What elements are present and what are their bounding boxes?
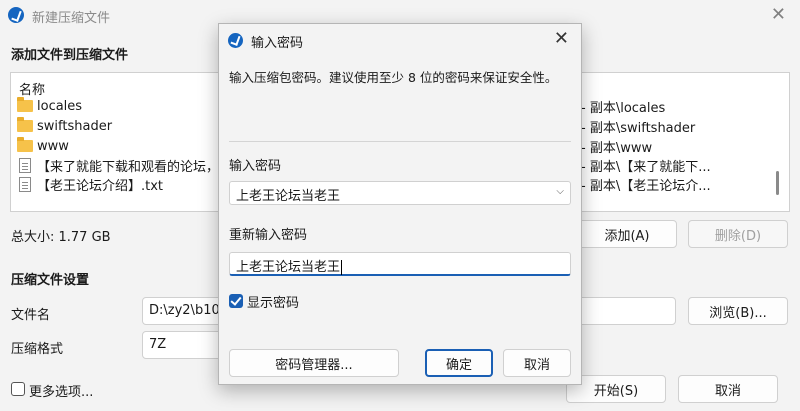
file-name: swiftshader (37, 118, 113, 134)
dialog-cancel-button[interactable]: 取消 (503, 349, 571, 377)
divider (229, 141, 571, 142)
file-path: - 副本\locales (581, 100, 666, 116)
file-name: 【来了就能下载和观看的论坛，纯 (37, 159, 233, 175)
folder-icon (17, 117, 33, 132)
folder-icon (17, 97, 33, 112)
password-manager-button[interactable]: 密码管理器... (229, 349, 399, 377)
scrollbar-thumb[interactable] (776, 171, 779, 195)
app-logo-icon (228, 33, 243, 48)
folder-icon (17, 137, 33, 152)
app-logo-icon (8, 7, 24, 23)
text-file-icon (19, 157, 31, 173)
add-button[interactable]: 添加(A) (577, 220, 677, 248)
close-icon[interactable]: ✕ (554, 28, 569, 49)
list-item[interactable]: locales (17, 96, 82, 116)
dialog-title: 输入密码 (251, 36, 304, 51)
show-password-label[interactable]: 显示密码 (247, 292, 299, 311)
cancel-button[interactable]: 取消 (678, 375, 778, 403)
format-select[interactable]: 7Z (142, 331, 222, 359)
reenter-password-value: 上老王论坛当老王 (236, 260, 341, 275)
more-options-label: 更多选项... (29, 385, 94, 400)
reenter-password-input[interactable]: 上老王论坛当老王 (229, 252, 571, 276)
password-label: 输入密码 (229, 159, 282, 174)
chevron-down-icon[interactable]: ⌵ (556, 186, 564, 197)
text-file-icon (19, 176, 31, 192)
list-item[interactable]: 【老王论坛介绍】.txt (17, 174, 163, 194)
window-title: 新建压缩文件 (32, 11, 111, 26)
filename-label: 文件名 (11, 308, 51, 323)
password-dialog: 输入密码 ✕ 输入压缩包密码。建议使用至少 8 位的密码来保证安全性。 输入密码… (218, 23, 582, 385)
password-combo[interactable]: 上老王论坛当老王 ⌵ (229, 181, 571, 205)
ok-button[interactable]: 确定 (425, 349, 493, 377)
close-icon[interactable]: ✕ (771, 4, 786, 25)
file-path: - 副本\【来了就能下... (581, 159, 711, 175)
show-password-checkbox[interactable] (229, 294, 243, 308)
reenter-password-label: 重新输入密码 (229, 228, 308, 243)
file-path: - 副本\www (581, 140, 653, 156)
list-item[interactable]: 【来了就能下载和观看的论坛，纯 (17, 155, 232, 175)
delete-button[interactable]: 删除(D) (688, 220, 788, 248)
total-size: 总大小: 1.77 GB (11, 230, 111, 245)
file-name: locales (37, 98, 83, 114)
dialog-description: 输入压缩包密码。建议使用至少 8 位的密码来保证安全性。 (229, 70, 558, 85)
file-path: - 副本\【老王论坛介... (581, 178, 711, 194)
format-label: 压缩格式 (11, 342, 64, 357)
list-item[interactable]: www (17, 136, 69, 156)
list-item[interactable]: swiftshader (17, 116, 112, 136)
text-caret (341, 260, 343, 275)
more-options-checkbox[interactable] (11, 382, 25, 396)
browse-button[interactable]: 浏览(B)... (688, 297, 788, 325)
password-value: 上老王论坛当老王 (236, 189, 341, 204)
settings-heading: 压缩文件设置 (11, 273, 90, 288)
file-name: www (37, 138, 69, 154)
file-path: - 副本\swiftshader (581, 120, 696, 136)
add-files-heading: 添加文件到压缩文件 (11, 48, 129, 63)
file-name: 【老王论坛介绍】.txt (37, 178, 164, 194)
